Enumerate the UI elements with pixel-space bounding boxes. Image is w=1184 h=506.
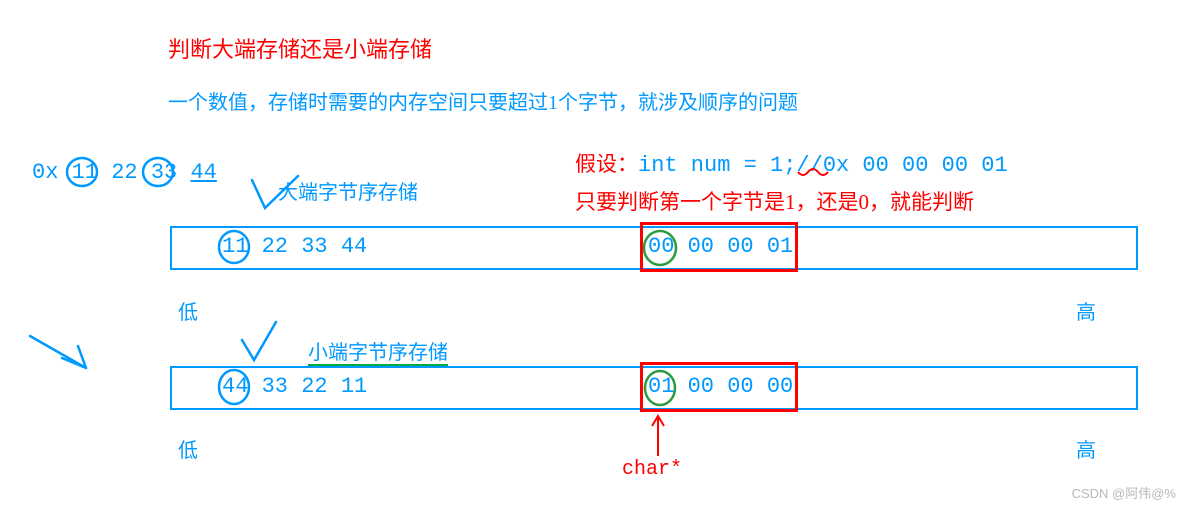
arrowhead-icon [652, 416, 664, 426]
char-star-label: char* [622, 458, 682, 481]
hex-prefix: 0x [32, 160, 58, 185]
row1-low-label: 低 [178, 296, 198, 325]
judge-line: 只要判断第一个字节是1，还是0，就能判断 [575, 186, 974, 216]
row2-left-bytes: 44 33 22 11 [222, 374, 367, 399]
arrow-icon [30, 336, 86, 368]
row1-left-bytes: 11 22 33 44 [222, 234, 367, 259]
big-endian-label: 大端字节序存储 [278, 176, 418, 205]
assume-code: int num = 1;//0x 00 00 00 01 [638, 153, 1008, 178]
little-endian-label: 小端字节序存储 [308, 336, 448, 365]
row2-highlight-frame [640, 362, 798, 412]
hex-b4: 44 [190, 160, 216, 185]
little-endian-text: 小端字节序存储 [308, 342, 448, 366]
watermark: CSDN @阿伟@% [1072, 483, 1176, 502]
diagram-subtitle: 一个数值，存储时需要的内存空间只要超过1个字节，就涉及顺序的问题 [168, 86, 798, 115]
row1-high-label: 高 [1076, 296, 1096, 325]
row2-low-label: 低 [178, 434, 198, 463]
hex-b3: 33 [151, 160, 177, 185]
check-arrow-icon [242, 322, 276, 360]
hex-b2: 22 [111, 160, 137, 185]
diagram-title: 判断大端存储还是小端存储 [168, 32, 432, 64]
hex-b1: 11 [72, 160, 98, 185]
row1-highlight-frame [640, 222, 798, 272]
row2-high-label: 高 [1076, 434, 1096, 463]
assumption-line: 假设：int num = 1;//0x 00 00 00 01 [575, 148, 1008, 178]
hex-literal: 0x 11 22 33 44 [32, 160, 217, 185]
assume-prefix: 假设： [575, 152, 638, 176]
